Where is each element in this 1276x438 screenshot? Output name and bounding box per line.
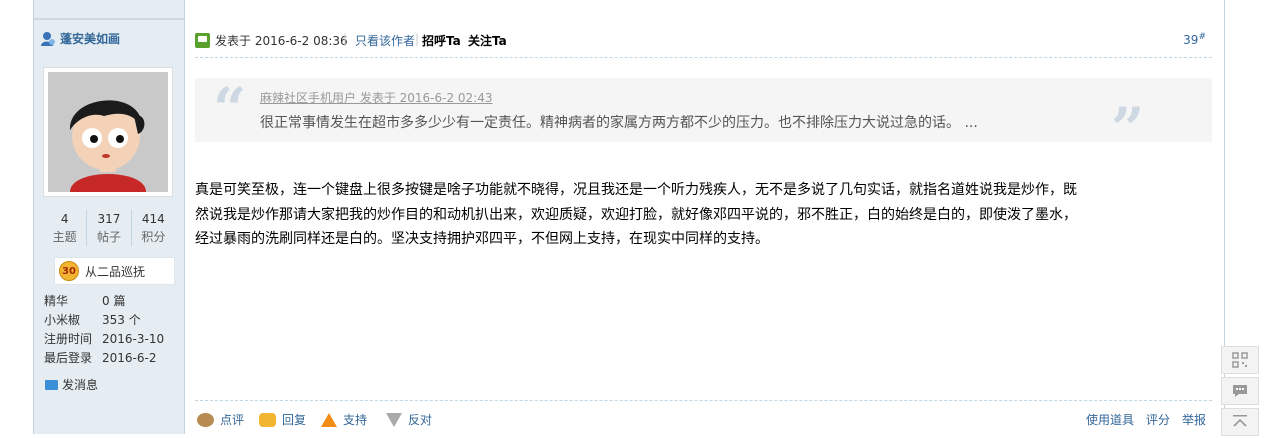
qr-code-button[interactable]: [1221, 346, 1259, 374]
send-message-label: 发消息: [62, 378, 99, 392]
info-key: 注册时间: [44, 332, 93, 346]
info-row: 最后登录 2016-6-2: [44, 349, 164, 368]
support-label: 支持: [343, 413, 368, 427]
page-edge: [1259, 0, 1276, 434]
body-line: 真是可笑至极，连一个键盘上很多按键是啥子功能就不晓得，况且我还是一个听力残疾人，…: [195, 182, 1077, 198]
info-key: 最后登录: [44, 351, 93, 365]
support-button[interactable]: 支持: [321, 411, 367, 428]
oppose-label: 反对: [408, 413, 433, 427]
floor-value: 39: [1183, 33, 1199, 47]
open-quote-icon: “: [213, 75, 247, 143]
info-value: 353 个: [102, 313, 141, 327]
stat-label: 帖子: [96, 230, 121, 244]
comment-icon: [1233, 385, 1247, 397]
stat-value: 317: [97, 212, 121, 226]
stat-label: 主题: [52, 230, 77, 244]
previous-post-footer: [34, 0, 184, 20]
body-line: 然说我是炒作那请大家把我的炒作目的和动机扒出来，欢迎质疑，欢迎打脸，就好像邓四平…: [195, 206, 1077, 223]
qr-code-icon: [1232, 352, 1248, 368]
rank-label: 从二品巡抚: [85, 264, 146, 279]
send-message-link[interactable]: 发消息: [45, 376, 98, 393]
rate-link[interactable]: 评分: [1146, 411, 1170, 428]
info-value: 0 篇: [102, 294, 126, 308]
arrow-top-icon: [1233, 415, 1247, 427]
stat-posts[interactable]: 317 帖子: [86, 210, 130, 246]
divider: |: [343, 32, 348, 46]
arrow-up-icon: [321, 412, 337, 427]
post-status-icon: [195, 33, 210, 48]
info-value: 2016-6-2: [102, 351, 157, 365]
coffee-icon: [197, 412, 214, 427]
stat-points[interactable]: 414 积分: [130, 210, 175, 246]
greet-link[interactable]: 招呼Ta: [422, 32, 461, 49]
author-info: 精华 0 篇 小米椒 353 个 注册时间 2016-3-10 最后登录 2016-6-…: [44, 292, 164, 368]
info-row: 注册时间 2016-3-10: [44, 330, 164, 349]
quote-text: 很正常事情发生在超市多多少少有一定责任。精神病者的家属方两方都不少的压力。也不排…: [260, 115, 978, 131]
reply-button[interactable]: 回复: [259, 411, 306, 428]
info-value: 2016-3-10: [102, 332, 165, 346]
stat-value: 414: [141, 212, 165, 226]
reply-label: 回复: [282, 413, 307, 427]
rank-badge-icon: 30: [59, 261, 79, 281]
post-action-links: 使用道具 评分 举报: [1086, 411, 1206, 428]
back-to-top-button[interactable]: [1221, 408, 1259, 436]
arrow-down-icon: [386, 412, 402, 427]
info-row: 精华 0 篇: [44, 292, 164, 311]
follow-link[interactable]: 关注Ta: [468, 32, 507, 49]
info-key: 小米椒: [44, 313, 81, 327]
stat-value: 4: [60, 212, 69, 226]
floor-mark: #: [1198, 32, 1206, 42]
close-quote-icon: ”: [1111, 95, 1145, 163]
feedback-button[interactable]: [1221, 377, 1259, 405]
chat-bubble-icon: [259, 412, 276, 427]
post-actions: 点评 回复 支持 反对 使用道具 评分 举报: [195, 400, 1212, 435]
info-key: 精华: [44, 294, 69, 308]
review-button[interactable]: 点评: [197, 411, 244, 428]
user-online-icon: [40, 31, 56, 47]
author-sidebar: 蓬安美如画 4 主题 317 帖子 414 积分 30 从二品巡抚 精华 0 篇…: [34, 0, 185, 434]
stat-label: 积分: [141, 230, 166, 244]
use-tool-link[interactable]: 使用道具: [1086, 411, 1134, 428]
post-frame: 蓬安美如画 4 主题 317 帖子 414 积分 30 从二品巡抚 精华 0 篇…: [33, 0, 1225, 434]
oppose-button[interactable]: 反对: [386, 411, 432, 428]
quote-block: “ 麻辣社区手机用户 发表于 2016-6-2 02:43 很正常事情发生在超市…: [195, 75, 1212, 163]
only-author-link[interactable]: 只看该作者: [355, 32, 415, 49]
quote-source-link[interactable]: 麻辣社区手机用户 发表于 2016-6-2 02:43: [260, 89, 493, 106]
author-name-row[interactable]: 蓬安美如画: [40, 30, 120, 47]
review-label: 点评: [220, 413, 245, 427]
post-content: 发表于 2016-6-2 08:36 | 只看该作者 | 招呼Ta 关注Ta 3…: [195, 0, 1212, 434]
stat-threads[interactable]: 4 主题: [43, 210, 86, 246]
author-name[interactable]: 蓬安美如画: [60, 30, 120, 47]
envelope-icon: [45, 379, 58, 390]
report-link[interactable]: 举报: [1182, 411, 1206, 428]
avatar[interactable]: [43, 67, 173, 197]
post-date: 发表于 2016-6-2 08:36: [215, 34, 348, 48]
info-row: 小米椒 353 个: [44, 311, 164, 330]
floor-number[interactable]: 39#: [1183, 32, 1206, 47]
rank-medal[interactable]: 30 从二品巡抚: [54, 257, 175, 285]
post-info-bar: 发表于 2016-6-2 08:36 | 只看该作者 | 招呼Ta 关注Ta 3…: [195, 31, 1212, 58]
body-line: 经过暴雨的洗刷同样还是白的。坚决支持拥护邓四平，不但网上支持，在现实中同样的支持…: [195, 231, 769, 247]
author-stats: 4 主题 317 帖子 414 积分: [43, 210, 175, 246]
divider: |: [415, 32, 420, 46]
post-body: 真是可笑至极，连一个键盘上很多按键是啥子功能就不晓得，况且我还是一个听力残疾人，…: [195, 178, 1209, 252]
